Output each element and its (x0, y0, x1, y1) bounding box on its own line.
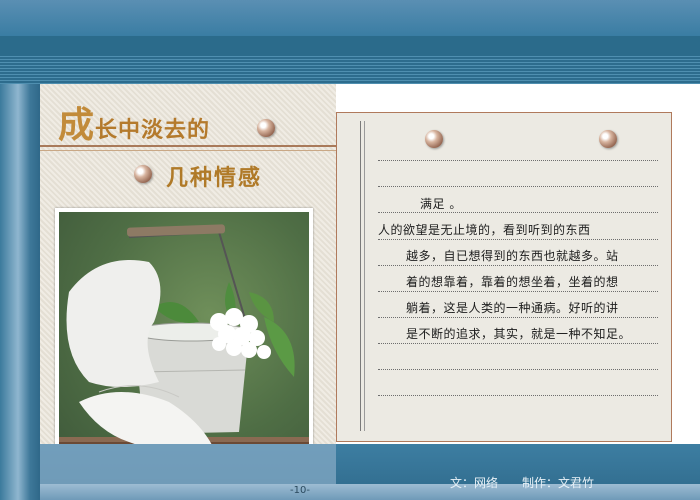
author-credit: 文：网络 (450, 476, 499, 490)
bead-icon (134, 165, 152, 183)
poem-line: 着的想靠着，靠着的想坐着，坐着的想 (406, 275, 619, 289)
poem-line: 越多，自已想得到的东西也就越多。站 (406, 249, 619, 263)
photo-frame (55, 208, 313, 474)
poem-heading: 满足 。 (420, 197, 462, 211)
producer-credit: 制作：文君竹 (522, 476, 595, 490)
ruled-line (378, 369, 658, 371)
title-big-char: 成 (58, 104, 96, 146)
title-line-1: 成长中淡去的 (58, 96, 210, 148)
ruled-line (378, 343, 658, 345)
pin-icon (599, 130, 617, 148)
top-banner (0, 0, 700, 36)
left-decorative-column (0, 84, 40, 500)
ruled-line (378, 317, 658, 319)
page-number: -10- (290, 485, 310, 496)
ruled-line (378, 395, 658, 397)
still-life-photo (59, 212, 309, 470)
bead-icon (257, 119, 275, 137)
poem-line: 是不断的追求，其实，就是一种不知足。 (406, 327, 632, 341)
ruled-line (378, 186, 658, 188)
ruled-line (378, 291, 658, 293)
credits: 文：网络 制作：文君竹 (450, 474, 618, 491)
poem-line: 人的欲望是无止境的，看到听到的东西 (378, 223, 591, 237)
ruled-line (378, 160, 658, 162)
title-divider-thin (40, 150, 336, 151)
title-line-2: 几种情感 (166, 165, 263, 191)
band-dark-stripe (0, 36, 700, 56)
ruled-line (378, 212, 658, 214)
pin-icon (425, 130, 443, 148)
ruled-line (378, 265, 658, 267)
title-line-1-rest: 长中淡去的 (95, 117, 211, 143)
title-divider (40, 145, 336, 147)
poem-line: 躺着，这是人类的一种通病。好听的讲 (406, 301, 619, 315)
ruled-line (378, 239, 658, 241)
